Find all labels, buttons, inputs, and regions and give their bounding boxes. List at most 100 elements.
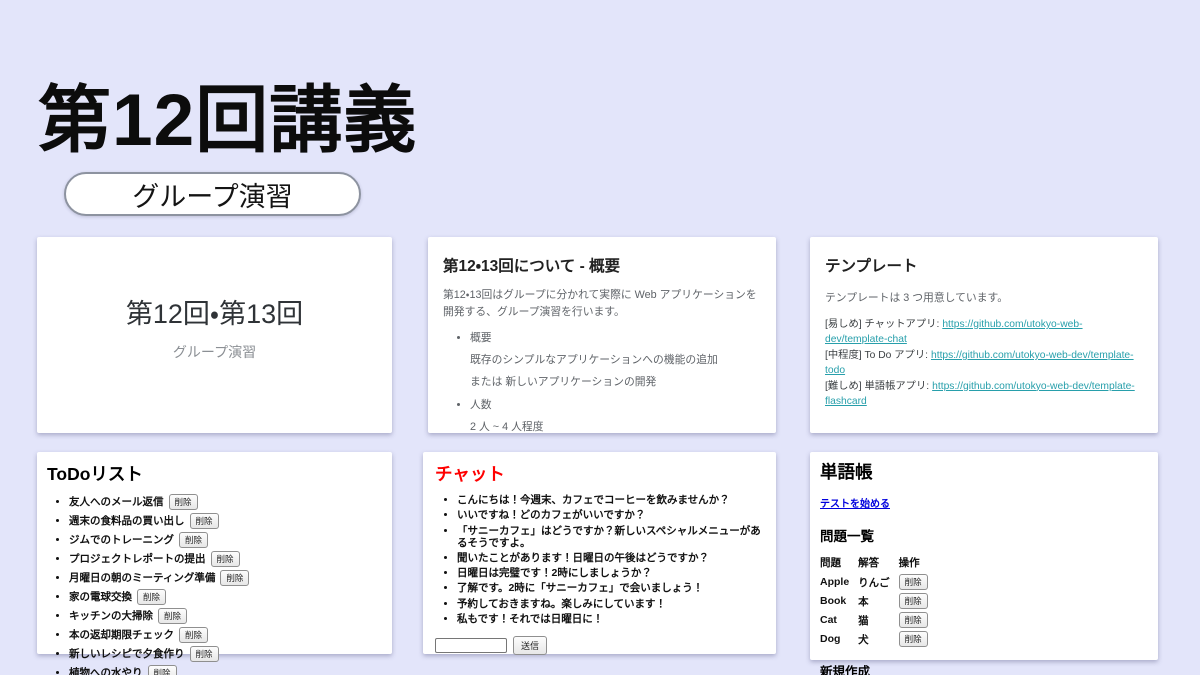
template-title: テンプレート: [825, 254, 1143, 276]
chat-message-text: こんにちは！今週末、カフェでコーヒーを飲みませんか？: [457, 494, 730, 506]
template-card: テンプレート テンプレートは 3 つ用意しています。 [易しめ] チャットアプリ…: [810, 237, 1158, 433]
overview-subline: 既存のシンプルなアプリケーションへの機能の追加: [470, 351, 761, 367]
todo-list: 友人へのメール返信削除 週末の食料品の買い出し削除 ジムでのトレーニング削除 プ…: [47, 494, 382, 675]
todo-item: 本の返却期限チェック削除: [69, 627, 382, 643]
flashcard-table-body: Apple りんご 削除 Book 本 削除 Cat 猫 削除: [820, 574, 937, 650]
chat-message-text: 了解です。2時に「サニーカフェ」で会いましょう！: [457, 582, 703, 594]
template-link-line: [中程度] To Do アプリ:https://github.com/utoky…: [825, 348, 1143, 379]
overview-bullet: 人数 2 人 ~ 4 人程度: [470, 396, 761, 434]
todo-item: 友人へのメール返信削除: [69, 494, 382, 510]
todo-item-text: ジムでのトレーニング: [69, 534, 174, 546]
template-link-line: [難しめ] 単語帳アプリ:https://github.com/utokyo-w…: [825, 379, 1143, 410]
flashcard-title: 単語帳: [820, 459, 1148, 484]
badge-label: グループ演習: [132, 175, 292, 214]
template-link-prefix: [中程度] To Do アプリ:: [825, 350, 928, 361]
flashcard-question-cell: Cat: [820, 612, 858, 631]
todo-delete-button[interactable]: 削除: [190, 646, 219, 662]
flashcard-header-row: 問題 解答 操作: [820, 555, 937, 574]
slide-intro-subtitle: グループ演習: [173, 342, 256, 362]
chat-app-card: チャット こんにちは！今週末、カフェでコーヒーを飲みませんか？ いいですね！どの…: [423, 452, 776, 654]
todo-item: 家の電球交換削除: [69, 589, 382, 605]
flashcard-row: Apple りんご 削除: [820, 574, 937, 593]
todo-delete-button[interactable]: 削除: [137, 589, 166, 605]
flashcard-delete-button[interactable]: 削除: [899, 593, 928, 609]
overview-list: 概要 既存のシンプルなアプリケーションへの機能の追加 または 新しいアプリケーシ…: [443, 329, 761, 434]
todo-item: プロジェクトレポートの提出削除: [69, 551, 382, 567]
flashcard-start-test-link[interactable]: テストを始める: [820, 495, 890, 510]
flashcard-table: 問題 解答 操作 Apple りんご 削除 Book 本: [820, 555, 937, 650]
chat-message-text: 私もです！それでは日曜日に！: [457, 613, 603, 625]
todo-app-card: ToDoリスト 友人へのメール返信削除 週末の食料品の買い出し削除 ジムでのトレ…: [37, 452, 392, 654]
todo-item-text: キッチンの大掃除: [69, 610, 153, 622]
overview-intro: 第12・13回はグループに分かれて実際に Web アプリケーションを開発する、グ…: [443, 287, 763, 320]
todo-item: 週末の食料品の買い出し削除: [69, 513, 382, 529]
todo-item-text: 家の電球交換: [69, 591, 132, 603]
todo-delete-button[interactable]: 削除: [169, 494, 198, 510]
chat-input-row: 送信: [435, 636, 764, 655]
chat-message: 了解です。2時に「サニーカフェ」で会いましょう！: [457, 582, 764, 594]
todo-delete-button[interactable]: 削除: [179, 532, 208, 548]
chat-send-button[interactable]: 送信: [513, 636, 547, 655]
overview-bullet-label: 人数: [470, 399, 492, 411]
flashcard-answer-cell: 犬: [858, 631, 899, 650]
chat-message-input[interactable]: [435, 638, 507, 653]
template-link-line: [易しめ] チャットアプリ:https://github.com/utokyo-…: [825, 317, 1143, 348]
todo-item: 月曜日の朝のミーティング準備削除: [69, 570, 382, 586]
flashcard-row: Book 本 削除: [820, 593, 937, 612]
todo-item-text: 友人へのメール返信: [69, 496, 164, 508]
chat-message-text: 「サニーカフェ」はどうですか？新しいスペシャルメニューがあるそうですよ。: [457, 525, 761, 549]
flashcard-list-title: 問題一覧: [820, 525, 1148, 545]
todo-item-text: 週末の食料品の買い出し: [69, 515, 185, 527]
flashcard-question-cell: Apple: [820, 574, 858, 593]
chat-message-list: こんにちは！今週末、カフェでコーヒーを飲みませんか？ いいですね！どのカフェがい…: [435, 494, 764, 625]
chat-message: 聞いたことがあります！日曜日の午後はどうですか？: [457, 552, 764, 564]
flashcard-answer-cell: 猫: [858, 612, 899, 631]
todo-item-text: 植物への水やり: [69, 667, 143, 675]
todo-item: キッチンの大掃除削除: [69, 608, 382, 624]
todo-item: 植物への水やり削除: [69, 665, 382, 675]
template-links: [易しめ] チャットアプリ:https://github.com/utokyo-…: [825, 317, 1143, 410]
todo-delete-button[interactable]: 削除: [179, 627, 208, 643]
todo-delete-button[interactable]: 削除: [220, 570, 249, 586]
flashcard-header-answer: 解答: [858, 555, 899, 574]
overview-card: 第12・13回について - 概要 第12・13回はグループに分かれて実際に We…: [428, 237, 776, 433]
chat-message: 日曜日は完璧です！2時にしましょうか？: [457, 567, 764, 579]
todo-delete-button[interactable]: 削除: [190, 513, 219, 529]
todo-delete-button[interactable]: 削除: [148, 665, 177, 675]
todo-item-text: プロジェクトレポートの提出: [69, 553, 206, 565]
flashcard-app-card: 単語帳 テストを始める 問題一覧 問題 解答 操作 Apple りんご 削除: [810, 452, 1158, 660]
overview-subline: 2 人 ~ 4 人程度: [470, 418, 761, 434]
overview-bullet: 概要 既存のシンプルなアプリケーションへの機能の追加 または 新しいアプリケーシ…: [470, 329, 761, 389]
overview-bullet-label: 概要: [470, 332, 492, 344]
chat-title: チャット: [435, 461, 764, 486]
flashcard-row: Cat 猫 削除: [820, 612, 937, 631]
slide-intro-card: 第12回・第13回 グループ演習: [37, 237, 392, 433]
chat-message-text: 日曜日は完璧です！2時にしましょうか？: [457, 567, 652, 579]
flashcard-delete-button[interactable]: 削除: [899, 574, 928, 590]
flashcard-delete-button[interactable]: 削除: [899, 631, 928, 647]
page-title: 第12回講義: [38, 83, 417, 160]
flashcard-row: Dog 犬 削除: [820, 631, 937, 650]
chat-message: こんにちは！今週末、カフェでコーヒーを飲みませんか？: [457, 494, 764, 506]
chat-message: 私もです！それでは日曜日に！: [457, 613, 764, 625]
flashcard-header-action: 操作: [899, 555, 937, 574]
chat-message-text: 聞いたことがあります！日曜日の午後はどうですか？: [457, 552, 709, 564]
todo-item-text: 本の返却期限チェック: [69, 629, 174, 641]
overview-subline: または 新しいアプリケーションの開発: [470, 373, 761, 389]
lecture-slide: 第12回講義 グループ演習 第12回・第13回 グループ演習 第12・13回につ…: [0, 0, 1200, 675]
flashcard-answer-cell: 本: [858, 593, 899, 612]
chat-message-text: いいですね！どのカフェがいいですか？: [457, 509, 645, 521]
chat-message: 「サニーカフェ」はどうですか？新しいスペシャルメニューがあるそうですよ。: [457, 525, 764, 549]
flashcard-question-cell: Book: [820, 593, 858, 612]
chat-message: いいですね！どのカフェがいいですか？: [457, 509, 764, 521]
todo-delete-button[interactable]: 削除: [211, 551, 240, 567]
template-link-prefix: [難しめ] 単語帳アプリ:: [825, 381, 929, 392]
overview-title: 第12・13回について - 概要: [443, 254, 761, 276]
slide-intro-title: 第12回・第13回: [126, 292, 303, 331]
todo-item: ジムでのトレーニング削除: [69, 532, 382, 548]
group-exercise-badge: グループ演習: [64, 172, 361, 216]
todo-delete-button[interactable]: 削除: [158, 608, 187, 624]
flashcard-header-question: 問題: [820, 555, 858, 574]
todo-item-text: 月曜日の朝のミーティング準備: [69, 572, 215, 584]
flashcard-delete-button[interactable]: 削除: [899, 612, 928, 628]
